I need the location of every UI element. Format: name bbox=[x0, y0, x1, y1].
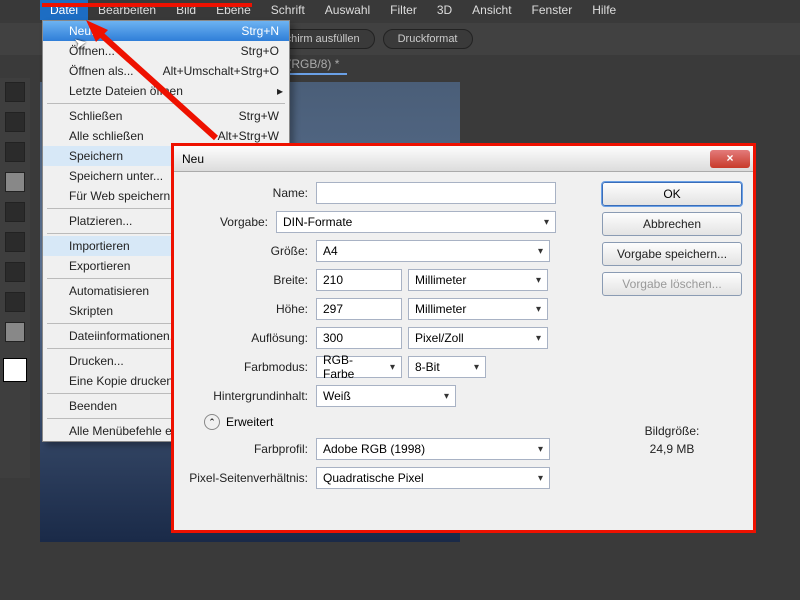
menu-hilfe[interactable]: Hilfe bbox=[582, 0, 626, 20]
menu-schrift[interactable]: Schrift bbox=[261, 0, 315, 20]
dialog-side: OK Abbrechen Vorgabe speichern... Vorgab… bbox=[602, 182, 742, 496]
depth-select[interactable]: 8-Bit bbox=[408, 356, 486, 378]
bg-select[interactable]: Weiß bbox=[316, 385, 456, 407]
menu-ansicht[interactable]: Ansicht bbox=[462, 0, 521, 20]
dialog-titlebar[interactable]: Neu × bbox=[174, 146, 754, 172]
menu-item[interactable]: Alle schließenAlt+Strg+W bbox=[43, 126, 289, 146]
menu-item[interactable]: Letzte Dateien öffnen bbox=[43, 81, 289, 101]
width-unit-select[interactable]: Millimeter bbox=[408, 269, 548, 291]
height-unit-select[interactable]: Millimeter bbox=[408, 298, 548, 320]
tool-icon[interactable] bbox=[5, 262, 25, 282]
res-input[interactable] bbox=[316, 327, 402, 349]
tool-icon[interactable] bbox=[5, 142, 25, 162]
new-dialog: Neu × Name: Vorgabe: DIN-Formate Größe: … bbox=[173, 145, 755, 532]
tool-icon[interactable] bbox=[5, 112, 25, 132]
menu-3d[interactable]: 3D bbox=[427, 0, 462, 20]
preset-select[interactable]: DIN-Formate bbox=[276, 211, 556, 233]
cancel-button[interactable]: Abbrechen bbox=[602, 212, 742, 236]
image-size-label: Bildgröße: bbox=[602, 422, 742, 440]
profile-select[interactable]: Adobe RGB (1998) bbox=[316, 438, 550, 460]
mode-select[interactable]: RGB-Farbe bbox=[316, 356, 402, 378]
close-button[interactable]: × bbox=[710, 150, 750, 168]
dialog-form: Name: Vorgabe: DIN-Formate Größe: A4 Bre… bbox=[186, 182, 592, 496]
tool-icon[interactable] bbox=[5, 322, 25, 342]
dialog-title: Neu bbox=[182, 152, 204, 166]
image-size-value: 24,9 MB bbox=[602, 440, 742, 458]
menu-fenster[interactable]: Fenster bbox=[522, 0, 583, 20]
height-input[interactable] bbox=[316, 298, 402, 320]
size-select[interactable]: A4 bbox=[316, 240, 550, 262]
annotation-line bbox=[42, 3, 252, 7]
size-label: Größe: bbox=[186, 244, 316, 258]
preset-label: Vorgabe: bbox=[186, 215, 276, 229]
expand-icon[interactable]: ⌃ bbox=[204, 414, 220, 430]
width-input[interactable] bbox=[316, 269, 402, 291]
color-swatch[interactable] bbox=[3, 358, 27, 382]
profile-label: Farbprofil: bbox=[186, 442, 316, 456]
height-label: Höhe: bbox=[186, 302, 316, 316]
ok-button[interactable]: OK bbox=[602, 182, 742, 206]
menu-item[interactable]: Öffnen als...Alt+Umschalt+Strg+O bbox=[43, 61, 289, 81]
name-input[interactable] bbox=[316, 182, 556, 204]
menu-filter[interactable]: Filter bbox=[380, 0, 427, 20]
menu-item[interactable]: SchließenStrg+W bbox=[43, 106, 289, 126]
option-pill[interactable]: Druckformat bbox=[383, 29, 473, 49]
tool-icon[interactable] bbox=[5, 82, 25, 102]
pixelar-label: Pixel-Seitenverhältnis: bbox=[186, 471, 316, 485]
menu-auswahl[interactable]: Auswahl bbox=[315, 0, 380, 20]
save-preset-button[interactable]: Vorgabe speichern... bbox=[602, 242, 742, 266]
tool-icon[interactable] bbox=[5, 232, 25, 252]
res-label: Auflösung: bbox=[186, 331, 316, 345]
name-label: Name: bbox=[186, 186, 316, 200]
mode-label: Farbmodus: bbox=[186, 360, 316, 374]
advanced-label: Erweitert bbox=[226, 415, 273, 429]
width-label: Breite: bbox=[186, 273, 316, 287]
tool-icon[interactable] bbox=[5, 292, 25, 312]
bg-label: Hintergrundinhalt: bbox=[186, 389, 316, 403]
delete-preset-button[interactable]: Vorgabe löschen... bbox=[602, 272, 742, 296]
tool-icon[interactable] bbox=[5, 172, 25, 192]
pixelar-select[interactable]: Quadratische Pixel bbox=[316, 467, 550, 489]
res-unit-select[interactable]: Pixel/Zoll bbox=[408, 327, 548, 349]
mouse-cursor-icon: ➤ bbox=[73, 33, 89, 53]
tool-icon[interactable] bbox=[5, 202, 25, 222]
tools-panel bbox=[0, 78, 30, 478]
